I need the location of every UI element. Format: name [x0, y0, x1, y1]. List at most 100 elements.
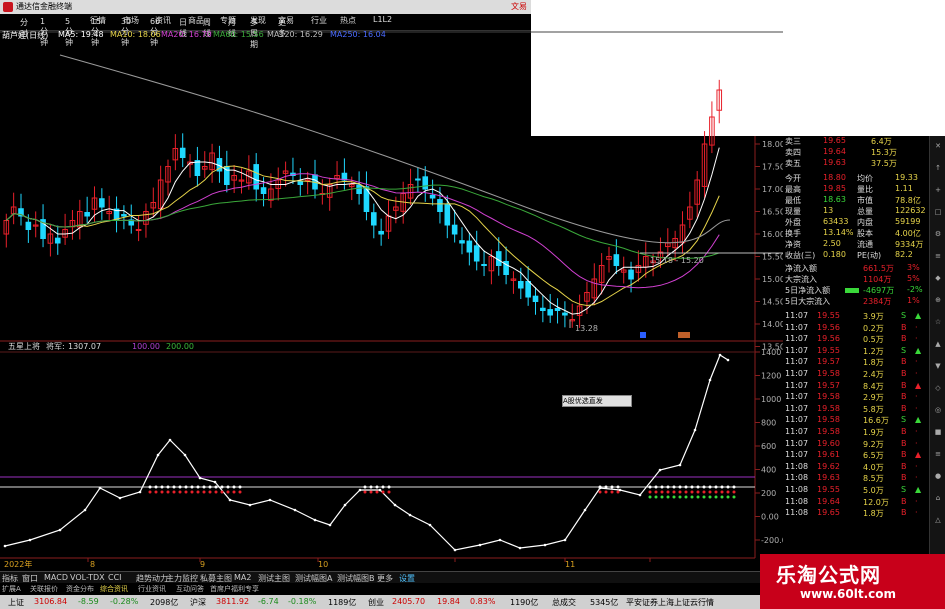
subtab-2[interactable]: 资金分布: [66, 584, 94, 594]
indicator-point: [98, 486, 102, 490]
tick-side: B: [901, 461, 907, 471]
signal-dot: [387, 485, 391, 489]
candle-body: [554, 307, 561, 312]
sidebar-tool-icon-12[interactable]: ◎: [932, 406, 944, 416]
sidebar-tool-icon-1[interactable]: ↑: [932, 164, 944, 174]
sidebar-tool-icon-13[interactable]: ■: [932, 428, 944, 438]
tab-4[interactable]: CCI: [108, 573, 122, 582]
stat-value-a: 2.50: [823, 239, 841, 248]
kline-chart[interactable]: 18.00 17.50 17.00 16.50 16.00 15.50 15.00 14.50…: [0, 0, 783, 571]
watermark-title: 乐淘公式网: [776, 563, 881, 587]
signal-dot: [684, 485, 688, 489]
signal-dot: [654, 485, 658, 489]
indicator-point: [718, 353, 722, 357]
stat-value-a: 18.80: [823, 173, 846, 182]
sidebar-tool-icon-14[interactable]: ≡: [932, 450, 944, 460]
tick-time: 11:07: [785, 403, 809, 413]
tick-side: B: [901, 357, 907, 367]
signal-dot: [232, 485, 236, 489]
sidebar-tool-icon-8[interactable]: ☆: [932, 318, 944, 328]
flow-row-3: 5日大宗流入 2384万 1%: [783, 296, 928, 308]
signal-dot: [363, 490, 367, 494]
subtab-3[interactable]: 综合资讯: [100, 584, 128, 594]
tick-time: 11:07: [785, 438, 809, 448]
tick-side: B: [901, 473, 907, 483]
menu-top-3[interactable]: 商品: [188, 15, 204, 26]
sidebar-tool-icon-3[interactable]: □: [932, 208, 944, 218]
subtab-6[interactable]: 首席户福利专享: [210, 584, 259, 594]
indicator-point: [478, 543, 482, 547]
indicator-tick: 0.00: [761, 513, 779, 522]
sidebar-tool-icon-17[interactable]: △: [932, 516, 944, 526]
stat-row-7: 收益(三) 0.180 PE(动) 82.2: [783, 250, 928, 262]
popup-tooltip[interactable]: A股优选直发: [562, 395, 632, 407]
sidebar-tool-icon-11[interactable]: ◇: [932, 384, 944, 394]
title-right-text[interactable]: 文易: [511, 1, 527, 12]
stat-label-a: 收益(三): [785, 251, 816, 260]
subtab-1[interactable]: 关联报价: [30, 584, 58, 594]
signal-dot: [660, 485, 664, 489]
tick-arrow-icon: ▲: [915, 345, 922, 355]
status-sh: 3106.84: [34, 597, 68, 606]
tick-price: 19.58: [817, 403, 840, 413]
stat-label-b: 市值: [857, 196, 873, 205]
ma-ma20: MA20: 16.70: [161, 30, 212, 39]
tab-8[interactable]: MA2: [234, 573, 251, 582]
stat-label-a: 换手: [785, 229, 801, 238]
sidebar-tool-icon-2[interactable]: +: [932, 186, 944, 196]
ask-row-2: 卖五 19.63 37.5万: [783, 158, 928, 170]
ask-label: 卖五: [785, 159, 801, 168]
tab-3[interactable]: VOL-TDX: [70, 573, 105, 582]
status-sh_label: 上证: [8, 598, 24, 607]
sidebar-tool-icon-15[interactable]: ●: [932, 472, 944, 482]
signal-dot: [202, 485, 206, 489]
subtab-5[interactable]: 互动问答: [176, 584, 204, 594]
ask-price: 19.65: [823, 136, 846, 145]
sidebar-tool-icon-0[interactable]: ✕: [932, 142, 944, 152]
stat-label-b: 总量: [857, 207, 873, 216]
signal-dot: [672, 490, 676, 494]
sidebar-tool-icon-4[interactable]: ⚙: [932, 230, 944, 240]
menu-top-8[interactable]: 热点: [340, 15, 356, 26]
sidebar-tool-icon-5[interactable]: ≡: [932, 252, 944, 262]
site-watermark: 乐淘公式网 www.60lt.com: [760, 554, 945, 609]
status-tot: 5345亿: [590, 598, 619, 607]
signal-dot: [702, 490, 706, 494]
menu-top-7[interactable]: 行业: [311, 15, 327, 26]
stat-label-b: 量比: [857, 185, 873, 194]
tick-arrow-icon: ·: [915, 322, 918, 332]
status-hs_amt: 1189亿: [328, 598, 357, 607]
tick-arrow-icon: ·: [915, 461, 918, 471]
tick-row-2: 11:07 19.56 0.5万 B ·: [783, 334, 928, 346]
tick-arrow-icon: ·: [915, 403, 918, 413]
sidebar-tool-icon-9[interactable]: ▲: [932, 340, 944, 350]
indicator-point: [693, 428, 697, 432]
price-tick: 15.00: [762, 275, 783, 284]
candle-body: [378, 230, 384, 235]
tick-volume: 6.5万: [863, 451, 884, 461]
tick-row-8: 11:07 19.58 5.8万 B ·: [783, 404, 928, 416]
sidebar-tool-icon-10[interactable]: ▼: [932, 362, 944, 372]
stat-label-a: 今开: [785, 174, 801, 183]
indicator-tick: 200: [761, 489, 776, 498]
subtab-0[interactable]: 扩展A: [2, 584, 21, 594]
tick-arrow-icon: ·: [915, 427, 918, 436]
menu-top-9[interactable]: L1L2: [373, 15, 392, 24]
candle-body: [297, 181, 304, 185]
tick-price: 19.57: [817, 380, 840, 390]
sidebar-tool-icon-7[interactable]: ⊕: [932, 296, 944, 306]
tick-time: 11:07: [785, 369, 809, 378]
sidebar-tool-icon-6[interactable]: ◆: [932, 274, 944, 284]
ma-stock: 葫芦娃(日线): [2, 31, 49, 40]
tick-price: 19.61: [817, 450, 840, 460]
sidebar-tool-icon-16[interactable]: ⌂: [932, 494, 944, 504]
tick-arrow-icon: ·: [915, 369, 918, 378]
price-tick: 14.50: [762, 298, 783, 307]
indicator-tick: 1200: [761, 372, 781, 381]
candle-body: [54, 237, 61, 244]
subtab-4[interactable]: 行业资讯: [138, 584, 166, 594]
candle-body: [459, 240, 465, 244]
candle-body: [444, 204, 451, 226]
tab-2[interactable]: MACD: [44, 573, 68, 582]
status-sh_pct: -0.28%: [110, 597, 139, 606]
